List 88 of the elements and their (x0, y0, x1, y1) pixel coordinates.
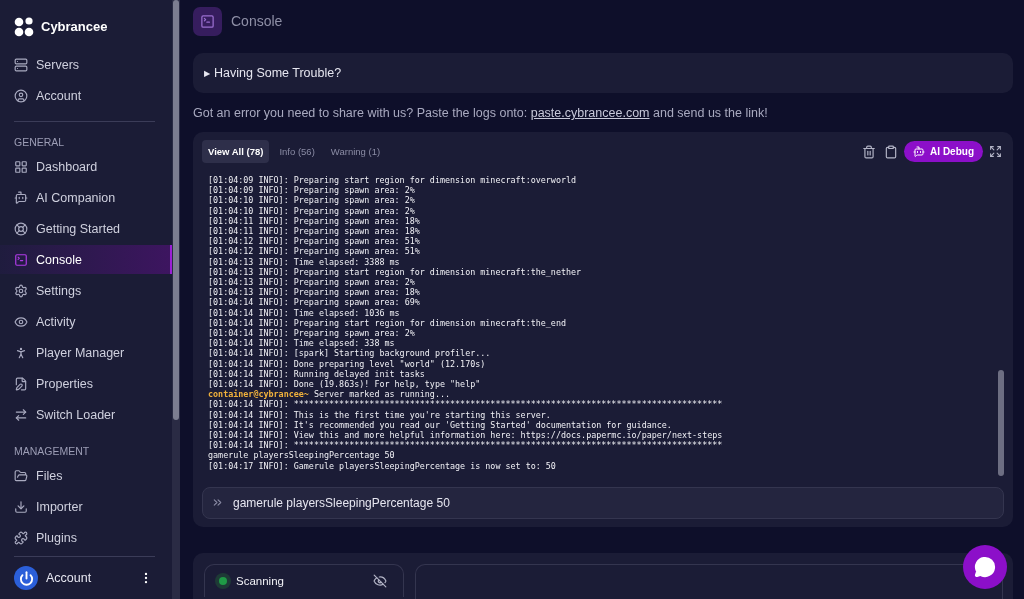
hide-button[interactable] (371, 574, 389, 588)
log-line: [01:04:14 INFO]: [spark] Starting background profiler... (208, 348, 492, 359)
disclosure-marker: ▶ (204, 68, 210, 78)
terminal-icon (193, 6, 222, 36)
log-line: [01:04:13 INFO]: Time elapsed: 3388 ms (208, 256, 401, 267)
paste-link[interactable]: paste.cybrancee.com (530, 106, 650, 120)
chat-icon (974, 556, 996, 578)
nav-icon (14, 252, 28, 267)
bot-icon (913, 145, 926, 158)
nav-icon (14, 530, 28, 545)
page-title: Console (231, 13, 283, 29)
trouble-toggle[interactable]: ▶ Having Some Trouble? (193, 53, 1013, 93)
log-line: [01:04:14 INFO]: View this and more helpful information here: https://docs.papermc.io/paper/next-steps (208, 430, 724, 441)
filter-tab[interactable]: Warning (1) (324, 140, 387, 163)
trash-icon (862, 144, 877, 159)
log-line: [01:04:09 INFO]: Preparing start region for dimension minecraft:overworld (208, 175, 578, 186)
sidebar-item[interactable]: Activity (0, 307, 172, 336)
chevrons-icon (211, 496, 224, 509)
log-line: [01:04:14 INFO]: Preparing start region for dimension minecraft:the_end (208, 317, 567, 329)
log-line: [01:04:14 INFO]: Time elapsed: 338 ms (208, 338, 396, 349)
sidebar-item[interactable]: Player Manager (0, 338, 172, 367)
filter-tab[interactable]: View All (78) (202, 140, 270, 163)
log-line: [01:04:10 INFO]: Preparing spawn area: 2% (208, 205, 416, 216)
sidebar-item[interactable]: Importer (0, 492, 172, 521)
log-line: [01:04:13 INFO]: Preparing start region for dimension minecraft:the_nether (208, 266, 583, 278)
sidebar-item[interactable]: Account (0, 81, 172, 110)
section-heading: MANAGEMENT (13, 444, 91, 459)
sidebar-item[interactable]: Plugins (0, 523, 172, 552)
sidebar-item[interactable]: Settings (0, 276, 172, 305)
log-line: [01:04:14 INFO]: Preparing spawn area: 2% (208, 328, 416, 339)
nav-icon (14, 468, 28, 483)
expand-icon (989, 145, 1002, 158)
nav-icon (14, 159, 28, 174)
chat-button[interactable] (963, 545, 1007, 589)
log-line: [01:04:14 INFO]: Done (19.863s)! For help, type "help" (208, 379, 482, 390)
log-line: [01:04:14 INFO]: Done preparing level "world" (12.170s) (208, 358, 487, 369)
log-line: [01:04:11 INFO]: Preparing spawn area: 18% (208, 215, 421, 226)
logo-icon (14, 16, 34, 37)
log-line: [01:04:12 INFO]: Preparing spawn area: 51% (208, 246, 421, 257)
scrollbar-thumb[interactable] (998, 370, 1004, 476)
brand-name: Cybrancee (41, 19, 108, 34)
sidebar-item[interactable]: Getting Started (0, 214, 172, 243)
clipboard-icon (884, 144, 899, 159)
nav-icon (14, 57, 28, 72)
account-label[interactable]: Account (46, 571, 129, 585)
sidebar-item[interactable]: Dashboard (0, 152, 172, 181)
sidebar-item[interactable]: Switch Loader (0, 400, 172, 429)
ai-debug-button[interactable]: AI Debug (904, 141, 983, 162)
scrollbar-thumb[interactable] (173, 0, 179, 420)
sidebar-item[interactable]: Console (0, 245, 172, 274)
nav-icon (14, 314, 28, 329)
filter-tab[interactable]: Info (56) (273, 140, 321, 163)
nav-icon (14, 499, 28, 514)
prompt-line: container@cybrancee~ Server marked as running... (208, 389, 451, 400)
command-field[interactable]: gamerule playersSleepingPercentage 50 (202, 487, 1004, 519)
nav-icon (14, 190, 28, 205)
log-line: [01:04:17 INFO]: Gamerule playersSleepingPercentage is now set to: 50 (208, 460, 557, 471)
log-line: [01:04:13 INFO]: Preparing spawn area: 2% (208, 277, 416, 288)
sidebar-item[interactable]: Files (0, 461, 172, 490)
help-text: Got an error you need to share with us? Paste the logs onto: paste.cybrancee.com and send us the link! (193, 106, 769, 120)
nav-icon (14, 283, 28, 298)
section-heading: GENERAL (13, 135, 66, 150)
log-line: [01:04:13 INFO]: Preparing spawn area: 18% (208, 287, 421, 298)
eye-off-icon (373, 574, 387, 588)
status-label: Scanning (236, 575, 285, 587)
log-line: [01:04:14 INFO]: ************************************************************************************* (208, 440, 724, 451)
sidebar-item[interactable]: Properties (0, 369, 172, 398)
log-line: [01:04:10 INFO]: Preparing spawn area: 2% (208, 195, 416, 206)
nav-icon (14, 345, 28, 360)
expand-button[interactable] (987, 145, 1004, 158)
log-line: [01:04:12 INFO]: Preparing spawn area: 51% (208, 236, 421, 247)
sidebar-item[interactable]: AI Companion (0, 183, 172, 212)
log-line: [01:04:11 INFO]: Preparing spawn area: 18% (208, 226, 421, 237)
sidebar-item[interactable]: Servers (0, 50, 172, 79)
nav-icon (14, 376, 28, 391)
log-line: [01:04:14 INFO]: Time elapsed: 1036 ms (208, 307, 401, 318)
trouble-label: Having Some Trouble? (214, 66, 342, 80)
avatar-icon (14, 566, 38, 590)
log-line: [01:04:14 INFO]: Preparing spawn area: 69% (208, 297, 421, 308)
log-line: [01:04:14 INFO]: ************************************************************************************* (208, 399, 724, 410)
nav-icon (14, 407, 28, 422)
log-line: [01:04:14 INFO]: This is the first time you're starting this server. (208, 409, 552, 420)
nav-icon (14, 88, 28, 103)
log-line: [01:04:14 INFO]: Running delayed init tasks (208, 368, 426, 380)
log-line: [01:04:14 INFO]: It's recommended you read our 'Getting Started' documentation for guidance. (208, 419, 673, 431)
log-line: gamerule playersSleepingPercentage 50 (208, 450, 396, 461)
nav-icon (14, 221, 28, 236)
log-line: [01:04:09 INFO]: Preparing spawn area: 2% (208, 185, 416, 196)
